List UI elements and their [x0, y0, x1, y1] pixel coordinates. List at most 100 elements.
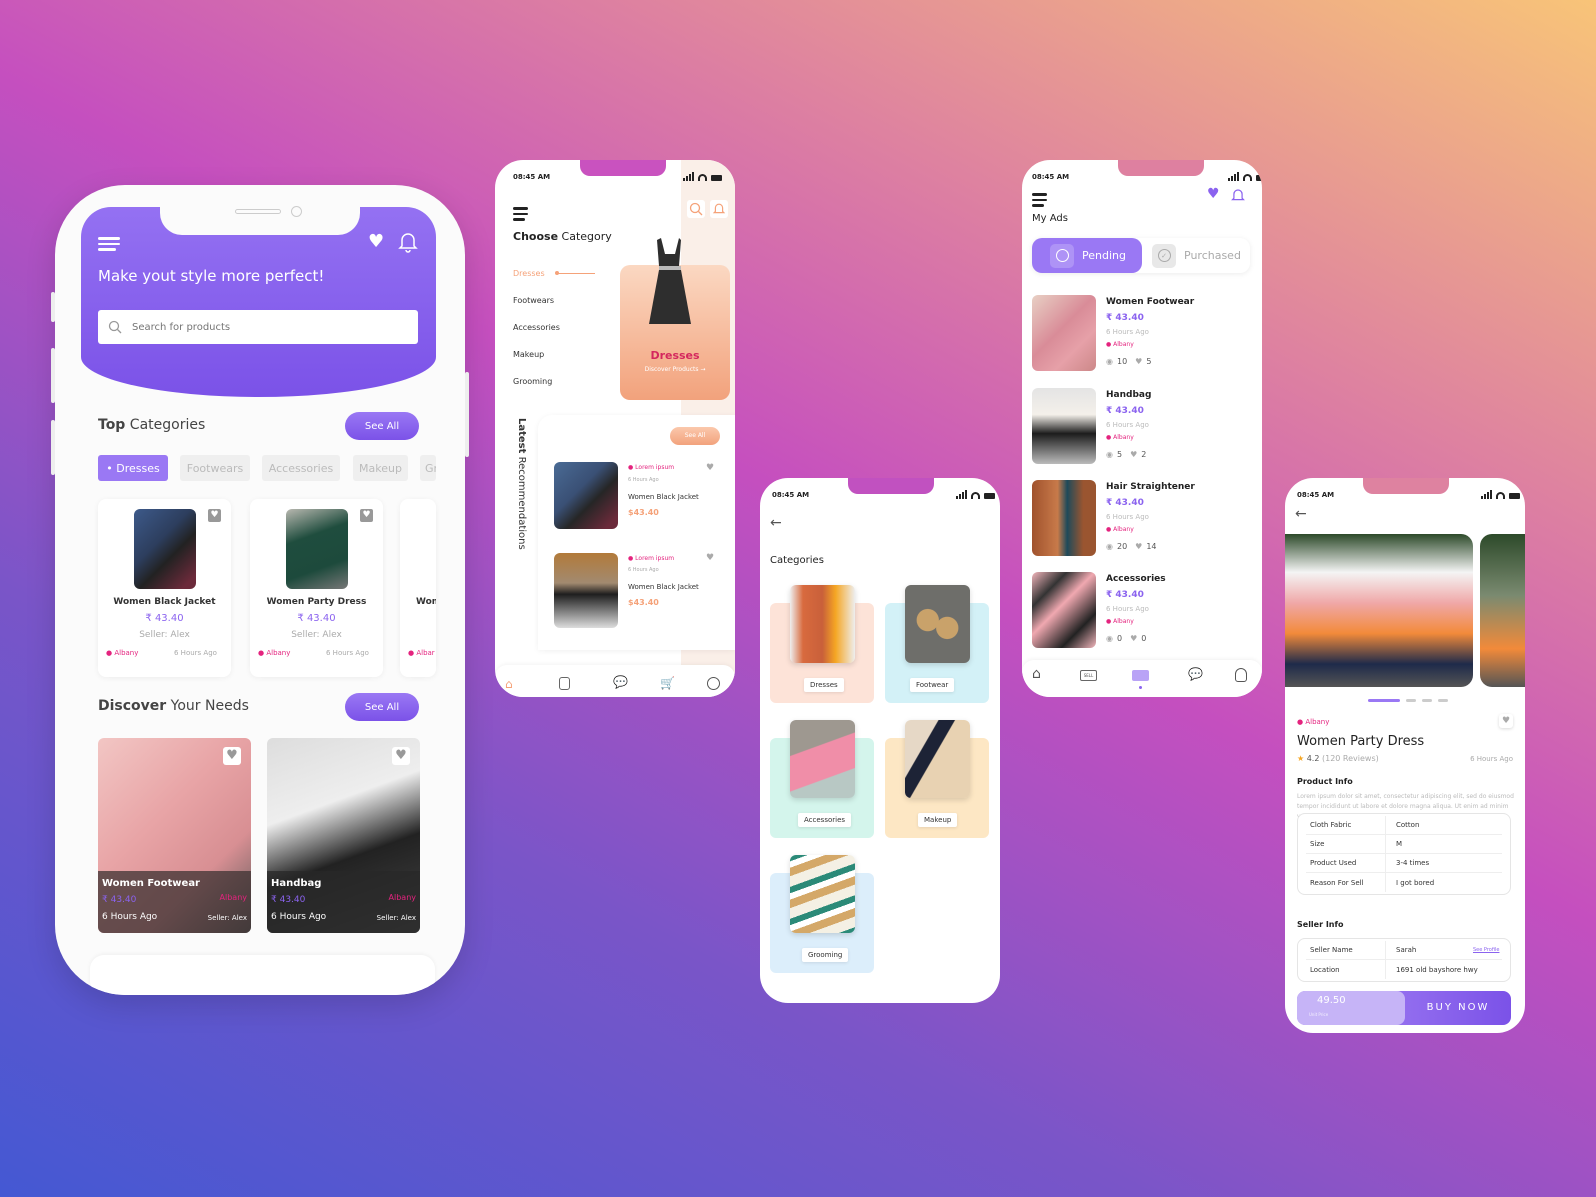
discover-see-all-button[interactable]: See All: [345, 693, 419, 721]
menu-item-footwears[interactable]: Footwears: [513, 296, 554, 305]
carousel-dot[interactable]: [1438, 699, 1448, 702]
menu-item-dresses[interactable]: Dresses: [513, 269, 545, 278]
notification-bell-icon: [712, 203, 726, 214]
price-box: 49.50 Unit Price: [1297, 991, 1405, 1025]
ad-item[interactable]: Accessories ₹ 43.40 6 Hours Ago ● Albany…: [1032, 572, 1252, 652]
recommendations-see-all-button[interactable]: See All: [670, 427, 720, 445]
favorites-heart-icon[interactable]: ♥: [1207, 186, 1220, 202]
nav-my-ads-icon[interactable]: [1132, 670, 1149, 681]
notification-button[interactable]: [710, 200, 728, 218]
discover-products-link[interactable]: Discover Products →: [620, 366, 730, 373]
search-bar[interactable]: [98, 310, 418, 344]
notification-bell-icon[interactable]: [398, 231, 418, 253]
search-button[interactable]: [687, 200, 705, 218]
wishlist-heart-icon[interactable]: ♥: [360, 509, 373, 522]
product-price: ₹ 43.40: [297, 613, 336, 624]
chip-footwears[interactable]: Footwears: [180, 455, 250, 481]
menu-item-grooming[interactable]: Grooming: [513, 377, 552, 386]
discover-card[interactable]: ♥ Women Footwear ₹ 43.40 Albany 6 Hours …: [98, 738, 251, 933]
ad-item[interactable]: Hair Straightener ₹ 43.40 6 Hours Ago ● …: [1032, 480, 1252, 560]
wishlist-heart-icon[interactable]: ♥: [392, 747, 410, 765]
chip-makeup[interactable]: Makeup: [353, 455, 408, 481]
status-icons: [1481, 490, 1520, 499]
menu-item-accessories[interactable]: Accessories: [513, 323, 560, 332]
buy-now-button[interactable]: BUY NOW: [1405, 991, 1511, 1025]
battery-icon: [984, 493, 995, 499]
carousel-dot[interactable]: [1406, 699, 1416, 702]
unit-price-label: Unit Price: [1309, 1012, 1329, 1017]
status-time: 08:45 AM: [513, 173, 551, 181]
views-stat: ◉ 0: [1106, 634, 1122, 643]
likes-stat: ♥ 0: [1130, 634, 1146, 643]
phone-notch: [1118, 160, 1204, 176]
chip-dresses[interactable]: • Dresses: [98, 455, 168, 481]
nav-sell-icon[interactable]: SELL: [1080, 670, 1097, 681]
nav-orders-icon[interactable]: [559, 677, 570, 690]
carousel-dot[interactable]: [1368, 699, 1400, 702]
recommendation-time: 6 Hours Ago: [628, 477, 659, 483]
phone-notch: [848, 478, 934, 494]
product-image-next[interactable]: [1480, 534, 1525, 687]
table-row: Product Used 3-4 times: [1306, 854, 1502, 873]
product-name: Women Party Dress: [266, 597, 367, 607]
likes-stat: ♥ 14: [1135, 542, 1156, 551]
chip-accessories[interactable]: Accessories: [262, 455, 340, 481]
product-card-partial[interactable]: Wom ● Albar: [400, 499, 436, 677]
menu-icon[interactable]: [513, 207, 528, 221]
title-bold: Choose: [513, 230, 559, 243]
see-profile-link[interactable]: See Profile: [1473, 947, 1499, 953]
location-text: Lorem ipsum: [635, 464, 675, 471]
grooming-image: [790, 855, 855, 933]
location-text: Lorem ipsum: [635, 555, 675, 562]
menu-icon[interactable]: [98, 237, 120, 251]
tab-pending[interactable]: Pending: [1032, 238, 1142, 273]
location-text: Albany: [266, 649, 291, 657]
chip-grooming[interactable]: Gr: [420, 455, 436, 481]
search-input[interactable]: [132, 321, 392, 333]
recommendation-image: [554, 553, 618, 628]
nav-home-icon[interactable]: ⌂: [1032, 666, 1041, 682]
nav-home-icon[interactable]: ⌂: [505, 677, 513, 691]
nav-chat-icon[interactable]: 💬: [1188, 667, 1203, 681]
nav-chat-icon[interactable]: 💬: [613, 675, 628, 689]
top-categories-heading: Top Categories: [98, 417, 205, 433]
discover-seller: Seller: Alex: [207, 914, 247, 922]
discover-card[interactable]: ♥ Handbag ₹ 43.40 Albany 6 Hours Ago Sel…: [267, 738, 420, 933]
ad-item[interactable]: Women Footwear ₹ 43.40 6 Hours Ago ● Alb…: [1032, 295, 1252, 375]
product-image-carousel[interactable]: [1285, 534, 1473, 687]
wishlist-heart-icon[interactable]: ♥: [706, 463, 714, 473]
wishlist-heart-icon[interactable]: ♥: [706, 553, 714, 563]
product-card[interactable]: ♥ Women Black Jacket ₹ 43.40 Seller: Ale…: [98, 499, 231, 677]
row-value: 3-4 times: [1396, 859, 1430, 867]
carousel-dot[interactable]: [1422, 699, 1432, 702]
status-icons: [1228, 172, 1262, 181]
back-arrow-icon[interactable]: ←: [770, 515, 782, 531]
menu-item-makeup[interactable]: Makeup: [513, 350, 544, 359]
wifi-icon: [698, 174, 707, 181]
bottom-nav: ⌂ SELL 💬: [1022, 660, 1262, 697]
menu-icon[interactable]: [1032, 193, 1047, 207]
recommendation-location: ● Lorem ipsum: [628, 555, 675, 562]
product-card[interactable]: ♥ Women Party Dress ₹ 43.40 Seller: Alex…: [250, 499, 383, 677]
wishlist-heart-icon[interactable]: ♥: [223, 747, 241, 765]
nav-cart-icon[interactable]: 🛒: [660, 676, 675, 690]
wishlist-heart-icon[interactable]: ♥: [208, 509, 221, 522]
favorites-heart-icon[interactable]: ♥: [368, 231, 384, 252]
top-categories-see-all-button[interactable]: See All: [345, 412, 419, 440]
discover-location: Albany: [219, 893, 247, 902]
heading-bold: Discover: [98, 698, 167, 714]
discover-seller: Seller: Alex: [376, 914, 416, 922]
discover-time: 6 Hours Ago: [271, 912, 327, 922]
back-arrow-icon[interactable]: ←: [1295, 506, 1307, 522]
recommendation-image: [554, 462, 618, 529]
product-price: ₹ 43.40: [145, 613, 184, 624]
nav-profile-icon[interactable]: [1235, 668, 1247, 682]
ad-item[interactable]: Handbag ₹ 43.40 6 Hours Ago ● Albany ◉ 5 ♥…: [1032, 388, 1252, 468]
wishlist-heart-icon[interactable]: ♥: [1499, 714, 1513, 728]
notification-bell-icon[interactable]: [1231, 188, 1245, 203]
views-count: 0: [1116, 634, 1123, 643]
ad-title: Accessories: [1106, 574, 1166, 584]
tab-purchased[interactable]: ✓ Purchased: [1150, 238, 1250, 273]
latest-recommendations-label: Latest Recommendations: [516, 418, 527, 550]
nav-profile-icon[interactable]: [707, 677, 720, 690]
